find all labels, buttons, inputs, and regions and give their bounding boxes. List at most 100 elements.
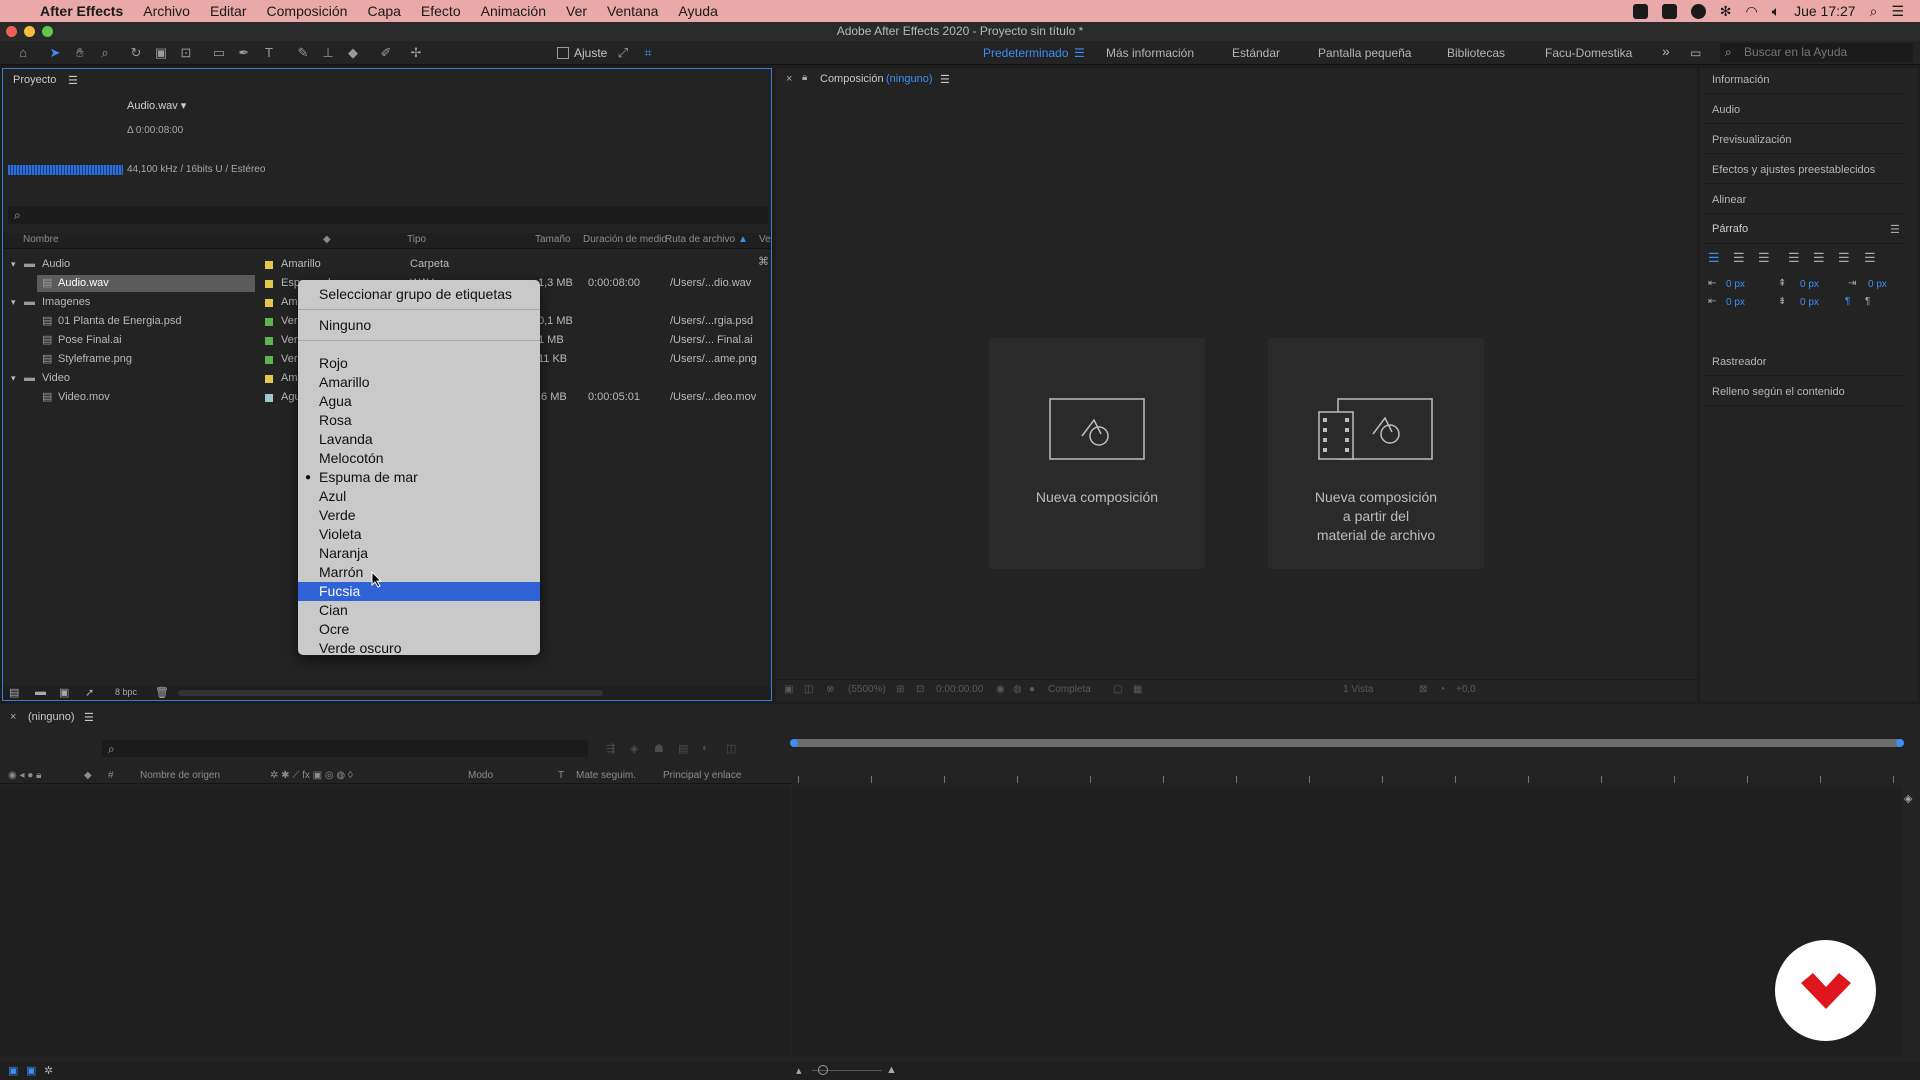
pixel-aspect-icon[interactable]: ◫	[804, 684, 813, 695]
stretch-toggle-icon[interactable]: ✲	[44, 1064, 53, 1077]
work-area-start-handle[interactable]	[790, 739, 798, 747]
project-search-box[interactable]: ⌕	[8, 206, 768, 224]
new-folder-icon[interactable]: ▬	[35, 686, 46, 698]
project-panel-menu-icon[interactable]: ☰	[68, 74, 78, 87]
zoom-window-button[interactable]	[42, 26, 53, 37]
workspace-estandar[interactable]: Estándar	[1232, 46, 1280, 60]
justify-all-icon[interactable]: ☰	[1864, 250, 1876, 266]
close-tab-icon[interactable]: ×	[786, 73, 792, 85]
menu-ayuda[interactable]: Ayuda	[668, 0, 727, 22]
menu-item-color[interactable]: Naranja	[298, 544, 540, 563]
label-column-icon[interactable]: ◆	[323, 233, 331, 247]
current-time[interactable]: 0:00:00:00	[936, 684, 983, 695]
menu-item-color[interactable]: Rojo	[298, 354, 540, 373]
rectangle-tool-icon[interactable]: ▭	[211, 45, 227, 61]
right-panel-item[interactable]: Rastreador	[1704, 348, 1904, 376]
hand-tool-icon[interactable]: ✋︎	[72, 45, 88, 61]
menu-item-color[interactable]: Cian	[298, 601, 540, 620]
lock-icon[interactable]: 🔒︎	[802, 72, 807, 83]
menu-item-color[interactable]: Rosa	[298, 411, 540, 430]
project-scrollbar[interactable]	[178, 690, 603, 696]
record-icon[interactable]	[1632, 3, 1648, 19]
selected-item-name[interactable]: Audio.wav ▾	[127, 99, 186, 112]
menu-item-color[interactable]: Marrón	[298, 563, 540, 582]
timeline-zoom-handle[interactable]	[818, 1065, 828, 1075]
zoom-in-icon[interactable]: ▲	[886, 1064, 897, 1076]
spotlight-icon[interactable]: ⌕	[1870, 3, 1878, 20]
composition-tab-value[interactable]: (ninguno)	[886, 73, 932, 85]
view-layout-dropdown[interactable]: 1 Vista	[1343, 684, 1373, 695]
menu-animacion[interactable]: Animación	[471, 0, 556, 22]
comp-button-icon[interactable]: ◈	[1904, 792, 1912, 805]
pan-behind-tool-icon[interactable]: ⊡	[178, 45, 194, 61]
clock[interactable]: Jue 17:27	[1794, 3, 1856, 19]
paragraph-panel-menu-icon[interactable]: ☰	[1890, 223, 1900, 236]
right-panel-item[interactable]: Efectos y ajustes preestablecidos	[1704, 156, 1904, 184]
workspace-predeterminado[interactable]: Predeterminado	[983, 46, 1068, 60]
sort-ascending-icon[interactable]: ▲	[738, 233, 748, 247]
puppet-tool-icon[interactable]: ✢	[408, 45, 424, 61]
col-path[interactable]: Ruta de archivo	[665, 233, 735, 247]
close-window-button[interactable]	[6, 26, 17, 37]
col-layer-number[interactable]: #	[108, 770, 114, 781]
workspace-bibliotecas[interactable]: Bibliotecas	[1447, 46, 1505, 60]
snap-feature-icon[interactable]: ⌗	[640, 45, 656, 61]
align-center-icon[interactable]: ☰	[1733, 250, 1745, 266]
col-version[interactable]: Ve	[759, 233, 771, 247]
camera-tool-icon[interactable]: ▣	[153, 45, 169, 61]
justify-last-right-icon[interactable]: ☰	[1838, 250, 1850, 266]
menu-archivo[interactable]: Archivo	[133, 0, 200, 22]
pen-tool-icon[interactable]: ✒︎	[236, 45, 252, 61]
menu-item-color[interactable]: Violeta	[298, 525, 540, 544]
label-color-swatch[interactable]	[265, 299, 273, 307]
more-workspaces-icon[interactable]: »	[1662, 43, 1670, 59]
disclosure-triangle-icon[interactable]: ▾	[11, 369, 16, 388]
col-size[interactable]: Tamaño	[535, 233, 571, 247]
ltr-direction-icon[interactable]: ¶	[1845, 296, 1850, 307]
mask-visibility-icon[interactable]: ⊡	[916, 684, 924, 695]
menu-item-color[interactable]: Amarillo	[298, 373, 540, 392]
menu-item-color[interactable]: Verde	[298, 506, 540, 525]
draft-3d-icon[interactable]: ◈	[630, 742, 638, 755]
col-name[interactable]: Nombre	[23, 233, 59, 247]
menu-capa[interactable]: Capa	[357, 0, 410, 22]
work-area-bar[interactable]	[790, 739, 1904, 747]
composition-tab-label[interactable]: Composición	[820, 73, 884, 85]
clone-stamp-tool-icon[interactable]: ⊥	[320, 45, 336, 61]
selection-tool-icon[interactable]: ➤	[47, 45, 63, 61]
3d-view-icon[interactable]: ⊠	[1419, 684, 1427, 695]
menu-item-color[interactable]: Fucsia	[298, 582, 540, 601]
zoom-tool-icon[interactable]: ⌕	[97, 45, 113, 61]
col-parent-link[interactable]: Principal y enlace	[663, 770, 741, 781]
indent-right-value[interactable]: 0 px	[1868, 279, 1887, 290]
show-snapshot-icon[interactable]: ◍	[1013, 684, 1022, 695]
brush-tool-icon[interactable]: ✎	[295, 45, 311, 61]
reset-exposure-icon[interactable]: ◔	[1439, 684, 1445, 695]
comp-mini-flowchart-icon[interactable]: ⇶	[606, 742, 615, 755]
new-composition-from-footage-card[interactable]: Nueva composición a partir del material …	[1268, 338, 1484, 569]
menu-item-color[interactable]: Lavanda	[298, 430, 540, 449]
menu-efecto[interactable]: Efecto	[411, 0, 471, 22]
disclosure-triangle-icon[interactable]: ▾	[11, 293, 16, 312]
transparency-grid-icon[interactable]: ▦	[1133, 684, 1142, 695]
align-right-icon[interactable]: ☰	[1758, 250, 1770, 266]
screen-icon[interactable]	[1661, 3, 1677, 19]
trash-icon[interactable]: 🗑︎	[155, 686, 169, 699]
motion-blur-icon[interactable]: ◐	[702, 742, 709, 754]
bpc-setting[interactable]: 8 bpc	[115, 687, 137, 697]
workspace-pantalla-pequena[interactable]: Pantalla pequeña	[1318, 46, 1411, 60]
av-features-icons[interactable]: ◉ ◂ ● 🔒︎	[8, 770, 41, 781]
menu-app[interactable]: After Effects	[30, 0, 133, 22]
space-before-value[interactable]: 0 px	[1800, 279, 1819, 290]
menu-item-select-label-group[interactable]: Seleccionar grupo de etiquetas	[298, 285, 540, 304]
layer-switches-icons[interactable]: ✲ ✱ ⟋ fx ▣ ◎ ◍ ◊	[270, 770, 353, 781]
help-search-input[interactable]	[1744, 44, 1909, 60]
timeline-search-box[interactable]: ⌕	[102, 740, 588, 757]
snap-option-icon[interactable]: ⤢	[615, 45, 631, 61]
new-composition-icon[interactable]: ▣	[59, 686, 69, 699]
shy-layers-icon[interactable]: ☗	[654, 742, 664, 755]
col-trkmat-t[interactable]: T	[558, 770, 564, 781]
space-after-value[interactable]: 0 px	[1800, 297, 1819, 308]
menu-ventana[interactable]: Ventana	[597, 0, 668, 22]
home-icon[interactable]: ⌂	[15, 45, 31, 61]
